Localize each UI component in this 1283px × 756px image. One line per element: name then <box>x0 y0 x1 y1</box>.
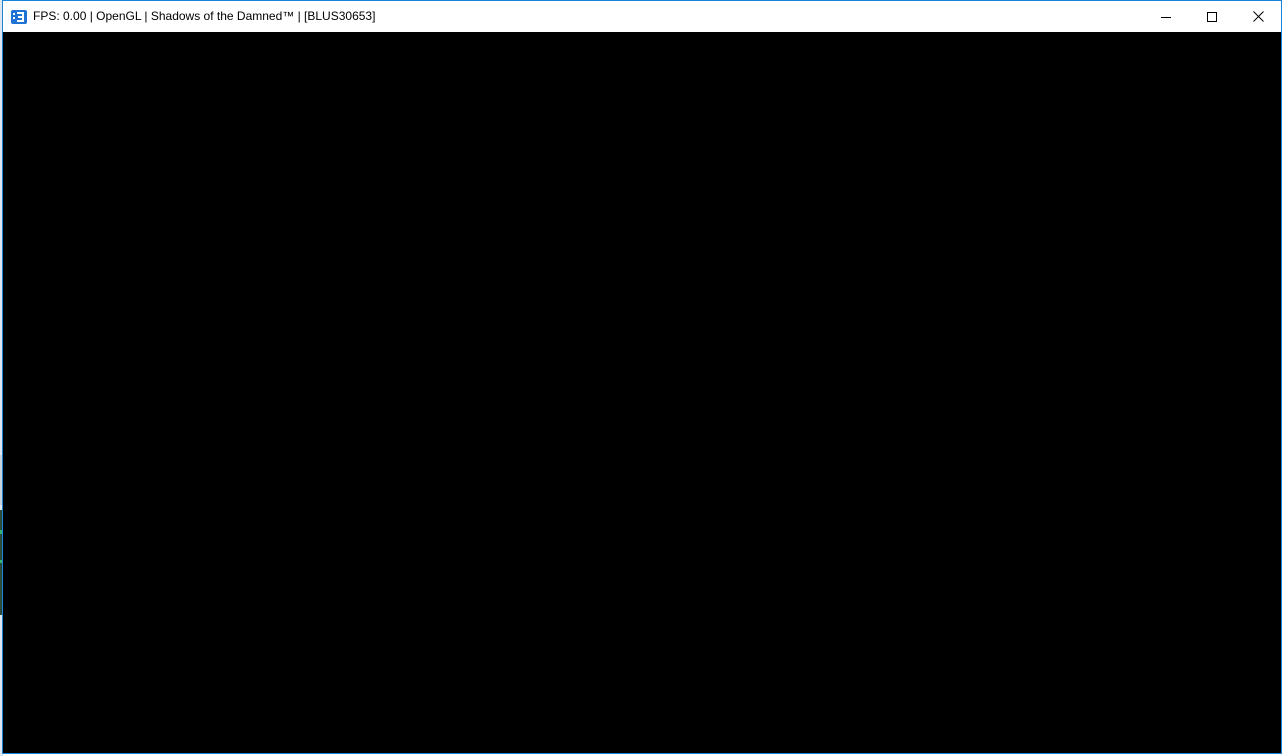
minimize-button[interactable] <box>1143 1 1189 32</box>
maximize-button[interactable] <box>1189 1 1235 32</box>
close-icon <box>1252 11 1264 22</box>
window-title: FPS: 0.00 | OpenGL | Shadows of the Damn… <box>33 9 376 23</box>
game-render-area[interactable] <box>3 32 1281 753</box>
app-icon[interactable] <box>11 9 27 25</box>
title-bar[interactable]: FPS: 0.00 | OpenGL | Shadows of the Damn… <box>3 1 1281 32</box>
minimize-icon <box>1161 16 1171 18</box>
maximize-icon <box>1207 11 1217 22</box>
emulator-window: FPS: 0.00 | OpenGL | Shadows of the Damn… <box>2 0 1282 754</box>
close-button[interactable] <box>1235 1 1281 32</box>
